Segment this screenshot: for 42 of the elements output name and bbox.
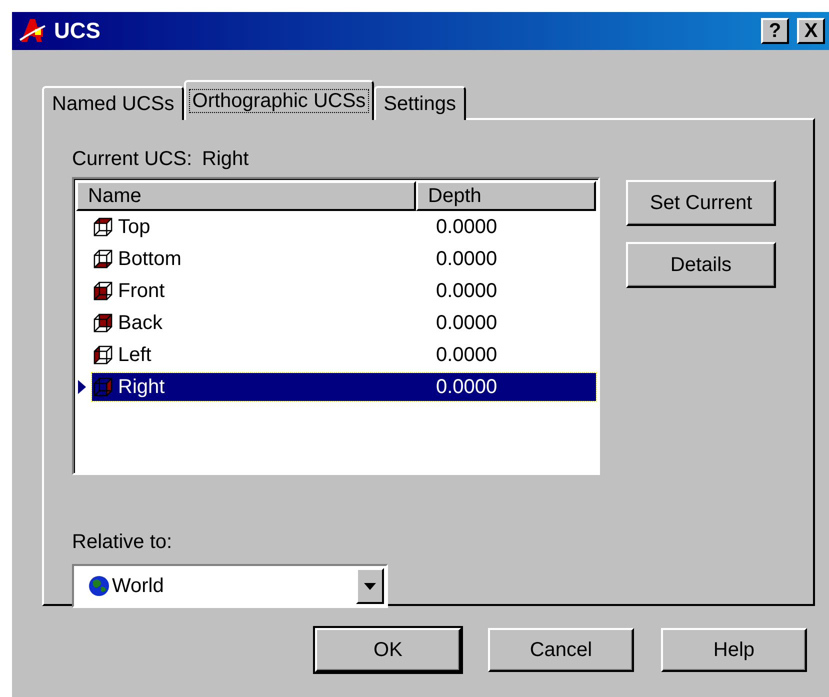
- depth-value: 0.0000: [436, 280, 498, 302]
- ucs-name: Left: [117, 344, 152, 366]
- dialog-button[interactable]: Cancel: [488, 628, 634, 672]
- list-row[interactable]: Front 0.0000: [92, 277, 596, 305]
- window-title: UCS: [54, 18, 102, 44]
- depth-value: 0.0000: [436, 248, 498, 270]
- list-row[interactable]: Top 0.0000: [92, 213, 596, 241]
- tab[interactable]: Settings: [374, 86, 466, 120]
- depth-value: 0.0000: [436, 376, 498, 398]
- cube-icon: [92, 376, 114, 398]
- relative-to-label: Relative to:: [72, 531, 174, 554]
- current-ucs-label: Current UCS:: [72, 148, 192, 171]
- depth-value: 0.0000: [436, 344, 498, 366]
- tab[interactable]: Named UCSs: [42, 86, 184, 120]
- ucs-name: Bottom: [117, 248, 182, 270]
- current-ucs-value: Right: [202, 148, 249, 171]
- list-row[interactable]: Left 0.0000: [92, 341, 596, 369]
- ucs-name: Front: [117, 280, 166, 302]
- action-button[interactable]: Set Current: [626, 180, 776, 226]
- help-button[interactable]: ?: [761, 18, 789, 44]
- cube-icon: [92, 344, 114, 366]
- globe-icon: [88, 575, 110, 597]
- cube-icon: [92, 312, 114, 334]
- list-row[interactable]: Back 0.0000: [92, 309, 596, 337]
- cube-icon: [92, 248, 114, 270]
- ucs-name: Back: [117, 312, 164, 334]
- tab[interactable]: Orthographic UCSs: [184, 80, 374, 120]
- depth-value: 0.0000: [436, 312, 498, 334]
- depth-value: 0.0000: [436, 216, 498, 238]
- cube-icon: [92, 216, 114, 238]
- ucs-name: Top: [117, 216, 152, 238]
- close-button[interactable]: X: [797, 18, 825, 44]
- action-button[interactable]: Details: [626, 242, 776, 288]
- column-header[interactable]: Depth: [416, 181, 596, 211]
- ucs-name: Right: [117, 376, 166, 398]
- list-row[interactable]: Right 0.0000: [92, 373, 596, 401]
- cube-icon: [92, 280, 114, 302]
- relative-to-dropdown[interactable]: World: [72, 564, 388, 608]
- column-header[interactable]: Name: [76, 181, 416, 211]
- dialog-button[interactable]: Help: [661, 628, 807, 672]
- dialog-button[interactable]: OK: [315, 628, 461, 672]
- list-row[interactable]: Bottom 0.0000: [92, 245, 596, 273]
